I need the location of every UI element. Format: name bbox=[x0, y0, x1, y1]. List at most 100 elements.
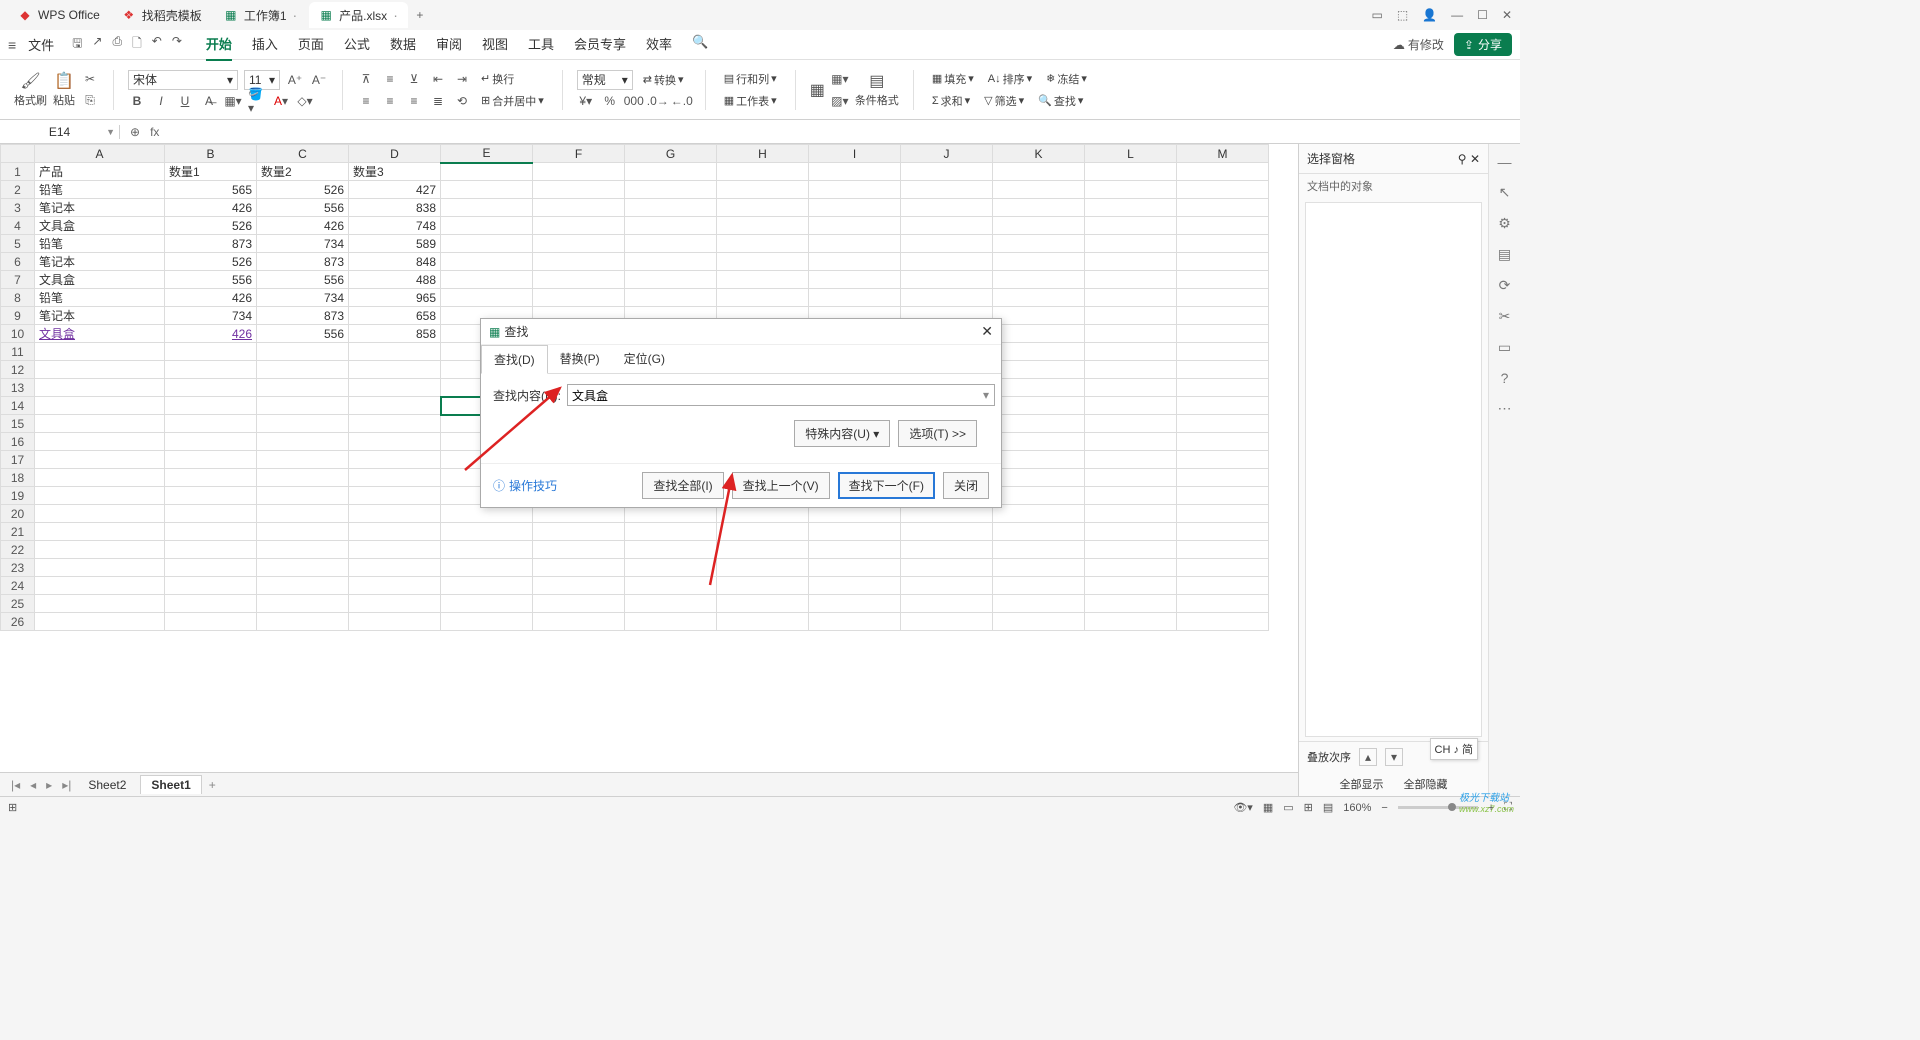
row-header-9[interactable]: 9 bbox=[1, 307, 35, 325]
tab-home[interactable]: 开始 bbox=[206, 28, 232, 61]
cell-B13[interactable] bbox=[165, 379, 257, 397]
find-button[interactable]: 🔍 查找 ▾ bbox=[1034, 91, 1087, 111]
cell-D2[interactable]: 427 bbox=[349, 181, 441, 199]
cell-D11[interactable] bbox=[349, 343, 441, 361]
cell-C14[interactable] bbox=[257, 397, 349, 415]
cell-K14[interactable] bbox=[993, 397, 1085, 415]
cell-K22[interactable] bbox=[993, 541, 1085, 559]
cell-H25[interactable] bbox=[717, 595, 809, 613]
cell-E1[interactable] bbox=[441, 163, 533, 181]
cell-A8[interactable]: 铅笔 bbox=[35, 289, 165, 307]
tab-page[interactable]: 页面 bbox=[298, 28, 324, 61]
cell-F21[interactable] bbox=[533, 523, 625, 541]
row-header-14[interactable]: 14 bbox=[1, 397, 35, 415]
cell-A3[interactable]: 笔记本 bbox=[35, 199, 165, 217]
cell-K13[interactable] bbox=[993, 379, 1085, 397]
col-header-D[interactable]: D bbox=[349, 145, 441, 163]
cell-J24[interactable] bbox=[901, 577, 993, 595]
cell-J26[interactable] bbox=[901, 613, 993, 631]
underline-icon[interactable]: U bbox=[176, 92, 194, 110]
cell-K18[interactable] bbox=[993, 469, 1085, 487]
cell-H7[interactable] bbox=[717, 271, 809, 289]
tab-data[interactable]: 数据 bbox=[390, 28, 416, 61]
cell-K4[interactable] bbox=[993, 217, 1085, 235]
cell-M21[interactable] bbox=[1177, 523, 1269, 541]
cell-L22[interactable] bbox=[1085, 541, 1177, 559]
border-icon[interactable]: ▦▾ bbox=[224, 92, 242, 110]
wrap-button[interactable]: ↵ 换行 bbox=[477, 69, 518, 89]
dec-dec-icon[interactable]: ←.0 bbox=[673, 92, 691, 110]
cell-J22[interactable] bbox=[901, 541, 993, 559]
cell-C2[interactable]: 526 bbox=[257, 181, 349, 199]
cell-A10[interactable]: 文具盒 bbox=[35, 325, 165, 343]
cell-B12[interactable] bbox=[165, 361, 257, 379]
move-down-icon[interactable]: ▾ bbox=[1385, 748, 1403, 766]
cell-K8[interactable] bbox=[993, 289, 1085, 307]
merge-button[interactable]: ⊞ 合并居中 ▾ bbox=[477, 91, 548, 111]
cell-C17[interactable] bbox=[257, 451, 349, 469]
cell-B18[interactable] bbox=[165, 469, 257, 487]
cell-I21[interactable] bbox=[809, 523, 901, 541]
decrease-font-icon[interactable]: A⁻ bbox=[310, 71, 328, 89]
cell-L6[interactable] bbox=[1085, 253, 1177, 271]
cell-H8[interactable] bbox=[717, 289, 809, 307]
cell-M17[interactable] bbox=[1177, 451, 1269, 469]
dialog-close-button[interactable]: ✕ bbox=[981, 323, 993, 340]
cell-I6[interactable] bbox=[809, 253, 901, 271]
cell-A12[interactable] bbox=[35, 361, 165, 379]
tab-view[interactable]: 视图 bbox=[482, 28, 508, 61]
cell-B16[interactable] bbox=[165, 433, 257, 451]
row-header-8[interactable]: 8 bbox=[1, 289, 35, 307]
cell-M15[interactable] bbox=[1177, 415, 1269, 433]
cell-B19[interactable] bbox=[165, 487, 257, 505]
cell-I25[interactable] bbox=[809, 595, 901, 613]
cell-E24[interactable] bbox=[441, 577, 533, 595]
cell-C22[interactable] bbox=[257, 541, 349, 559]
tips-link[interactable]: ⓘ 操作技巧 bbox=[493, 477, 557, 494]
book-icon[interactable]: ▭ bbox=[1498, 339, 1511, 356]
chevron-down-icon[interactable]: ▾ bbox=[983, 388, 989, 402]
cell-M3[interactable] bbox=[1177, 199, 1269, 217]
cell-B7[interactable]: 556 bbox=[165, 271, 257, 289]
zoom-out-button[interactable]: − bbox=[1381, 802, 1387, 814]
cell-G24[interactable] bbox=[625, 577, 717, 595]
cell-L5[interactable] bbox=[1085, 235, 1177, 253]
cell-C24[interactable] bbox=[257, 577, 349, 595]
cell-B22[interactable] bbox=[165, 541, 257, 559]
cell-B25[interactable] bbox=[165, 595, 257, 613]
menu-icon[interactable]: ≡ bbox=[8, 37, 16, 53]
cell-K24[interactable] bbox=[993, 577, 1085, 595]
sheet-nav-prev[interactable]: ◂ bbox=[27, 778, 39, 792]
cell-K7[interactable] bbox=[993, 271, 1085, 289]
cell-C16[interactable] bbox=[257, 433, 349, 451]
pin-icon[interactable]: ⚲ bbox=[1458, 152, 1467, 166]
cell-D12[interactable] bbox=[349, 361, 441, 379]
avatar-icon[interactable]: 👤 bbox=[1422, 8, 1437, 22]
cell-E5[interactable] bbox=[441, 235, 533, 253]
cell-D5[interactable]: 589 bbox=[349, 235, 441, 253]
cell-F8[interactable] bbox=[533, 289, 625, 307]
cell-G2[interactable] bbox=[625, 181, 717, 199]
cell-D19[interactable] bbox=[349, 487, 441, 505]
tab-insert[interactable]: 插入 bbox=[252, 28, 278, 61]
paste-button[interactable]: 📋粘贴 bbox=[53, 71, 75, 108]
cell-K5[interactable] bbox=[993, 235, 1085, 253]
fontcolor-icon[interactable]: A▾ bbox=[272, 92, 290, 110]
zoom-value[interactable]: 160% bbox=[1343, 802, 1371, 814]
cell-K26[interactable] bbox=[993, 613, 1085, 631]
col-header-J[interactable]: J bbox=[901, 145, 993, 163]
cell-H5[interactable] bbox=[717, 235, 809, 253]
row-header-12[interactable]: 12 bbox=[1, 361, 35, 379]
cell-K21[interactable] bbox=[993, 523, 1085, 541]
cell-M6[interactable] bbox=[1177, 253, 1269, 271]
cell-style-icon[interactable]: ▦▾ bbox=[831, 70, 849, 88]
cell-A15[interactable] bbox=[35, 415, 165, 433]
row-header-24[interactable]: 24 bbox=[1, 577, 35, 595]
cell-M23[interactable] bbox=[1177, 559, 1269, 577]
cell-D26[interactable] bbox=[349, 613, 441, 631]
align-center-icon[interactable]: ≡ bbox=[381, 92, 399, 110]
sheet-nav-first[interactable]: |◂ bbox=[8, 778, 23, 792]
more-icon[interactable]: ⋯ bbox=[1498, 400, 1512, 417]
cell-D14[interactable] bbox=[349, 397, 441, 415]
tab-member[interactable]: 会员专享 bbox=[574, 28, 626, 61]
